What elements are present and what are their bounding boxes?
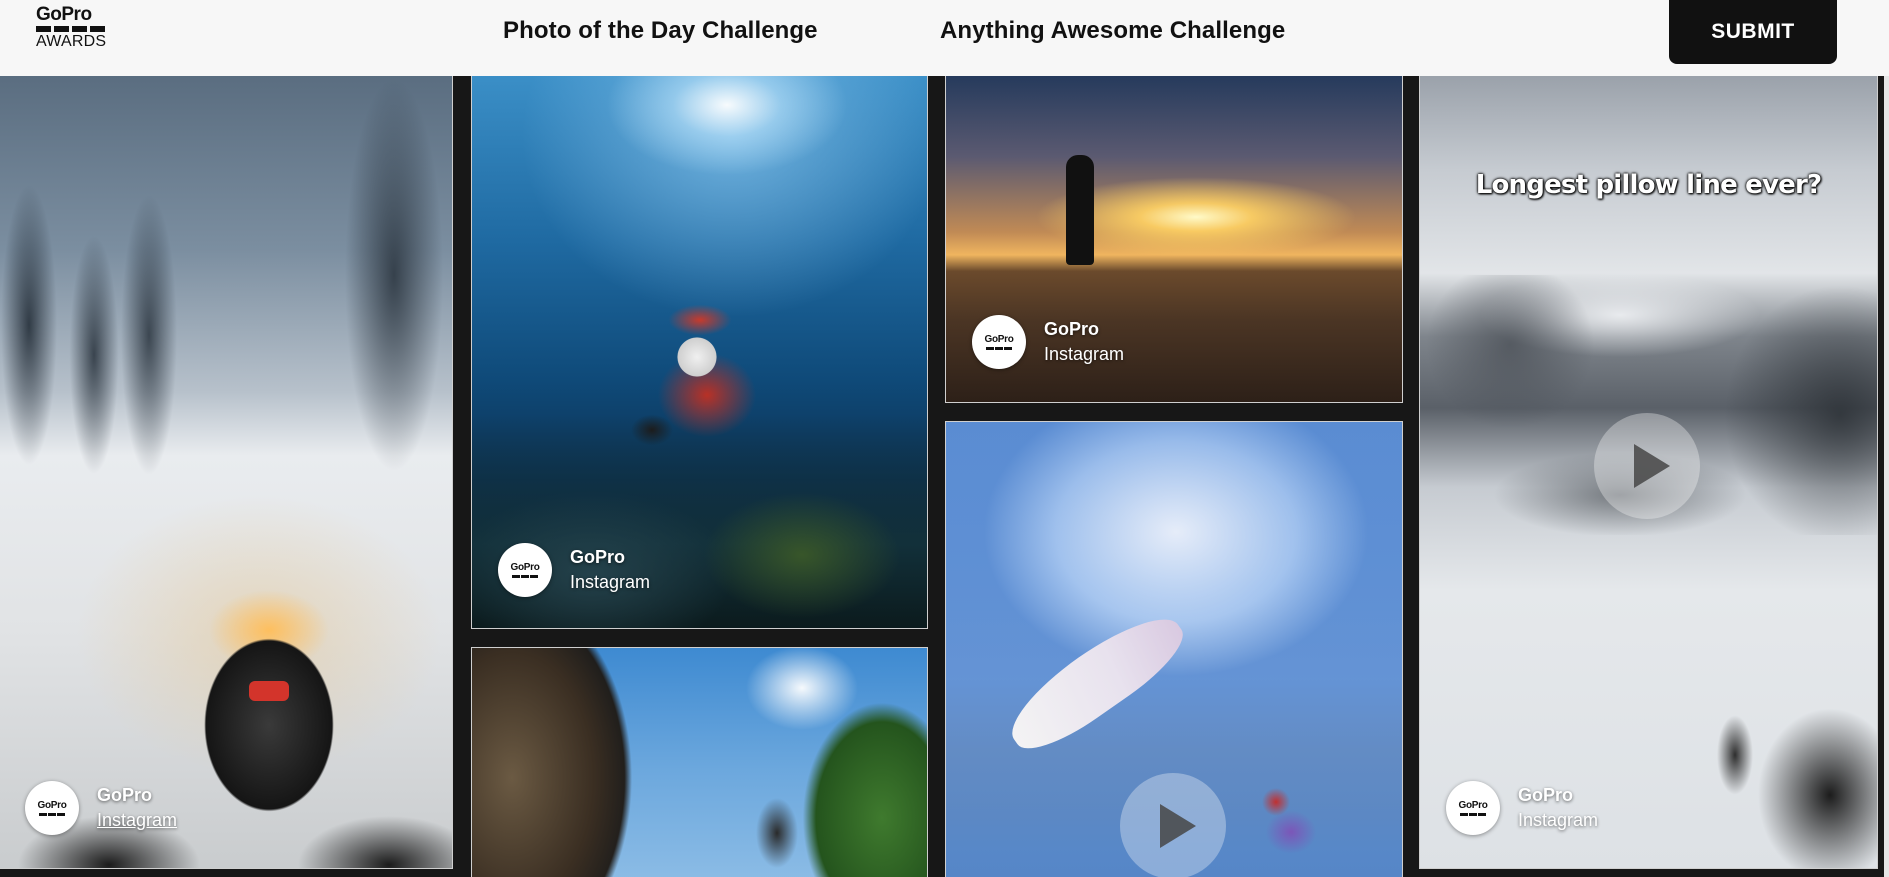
card-credit: GoPro GoPro Instagram — [972, 315, 1124, 369]
nav-anything-awesome[interactable]: Anything Awesome Challenge — [940, 17, 1285, 45]
gallery-card-snowmobile[interactable]: GoPro GoPro Instagram — [0, 76, 453, 869]
gopro-awards-logo[interactable]: GoPro AWARDS — [36, 4, 122, 52]
pilot-figure — [1246, 777, 1326, 857]
credit-name: GoPro — [1044, 319, 1100, 339]
gallery-card-salt-flat[interactable]: GoPro GoPro Instagram — [945, 76, 1403, 403]
top-header: GoPro AWARDS Photo of the Day Challenge … — [0, 0, 1889, 76]
avatar-bars-icon — [986, 346, 1012, 350]
gopro-avatar: GoPro — [972, 315, 1026, 369]
chain-closeup — [472, 648, 647, 877]
nav-photo-of-the-day[interactable]: Photo of the Day Challenge — [503, 17, 818, 45]
avatar-bars-icon — [1460, 812, 1486, 816]
play-icon — [1160, 804, 1196, 848]
play-button[interactable] — [1594, 413, 1700, 519]
credit-name: GoPro — [97, 785, 153, 805]
avatar-bars-icon — [512, 574, 538, 578]
card-credit: GoPro GoPro Instagram — [25, 781, 177, 835]
gallery-card-underwater-santa[interactable]: GoPro GoPro Instagram — [471, 76, 928, 629]
gopro-avatar: GoPro — [25, 781, 79, 835]
credit-name: GoPro — [570, 547, 626, 567]
avatar-text: GoPro — [984, 333, 1014, 345]
gopro-avatar: GoPro — [1446, 781, 1500, 835]
logo-brand-text: GoPro — [36, 4, 92, 25]
person-silhouette — [1066, 155, 1094, 265]
credit-source-link[interactable]: Instagram — [97, 807, 177, 833]
gallery-card-snowboard[interactable]: Longest pillow line ever? GoPro GoPro In… — [1419, 76, 1878, 869]
logo-sub-text: AWARDS — [36, 33, 107, 50]
credit-source-link[interactable]: Instagram — [1518, 807, 1598, 833]
avatar-text: GoPro — [1458, 799, 1488, 811]
tree-silhouettes — [0, 76, 452, 495]
media-gallery: GoPro GoPro Instagram GoPro GoPro Instag… — [0, 76, 1889, 877]
play-button[interactable] — [1120, 773, 1226, 877]
page-scrollbar[interactable] — [1884, 76, 1889, 877]
play-icon — [1634, 444, 1670, 488]
avatar-bars-icon — [39, 812, 65, 816]
card-credit: GoPro GoPro Instagram — [1446, 781, 1598, 835]
snowboard-legs — [1690, 685, 1877, 868]
credit-source-link[interactable]: Instagram — [570, 569, 650, 595]
gallery-card-paraglider[interactable] — [945, 421, 1403, 877]
tail-light — [249, 681, 289, 701]
gallery-card-dirt-bike[interactable] — [471, 647, 928, 877]
credit-name: GoPro — [1518, 785, 1574, 805]
submit-button[interactable]: SUBMIT — [1669, 0, 1837, 64]
avatar-text: GoPro — [510, 561, 540, 573]
santa-diver — [612, 295, 782, 465]
avatar-text: GoPro — [37, 799, 67, 811]
card-credit: GoPro GoPro Instagram — [498, 543, 650, 597]
rider-silhouette — [742, 778, 812, 877]
video-caption: Longest pillow line ever? — [1475, 170, 1822, 200]
logo-bars-icon — [36, 26, 122, 32]
credit-source-link[interactable]: Instagram — [1044, 341, 1124, 367]
gopro-avatar: GoPro — [498, 543, 552, 597]
